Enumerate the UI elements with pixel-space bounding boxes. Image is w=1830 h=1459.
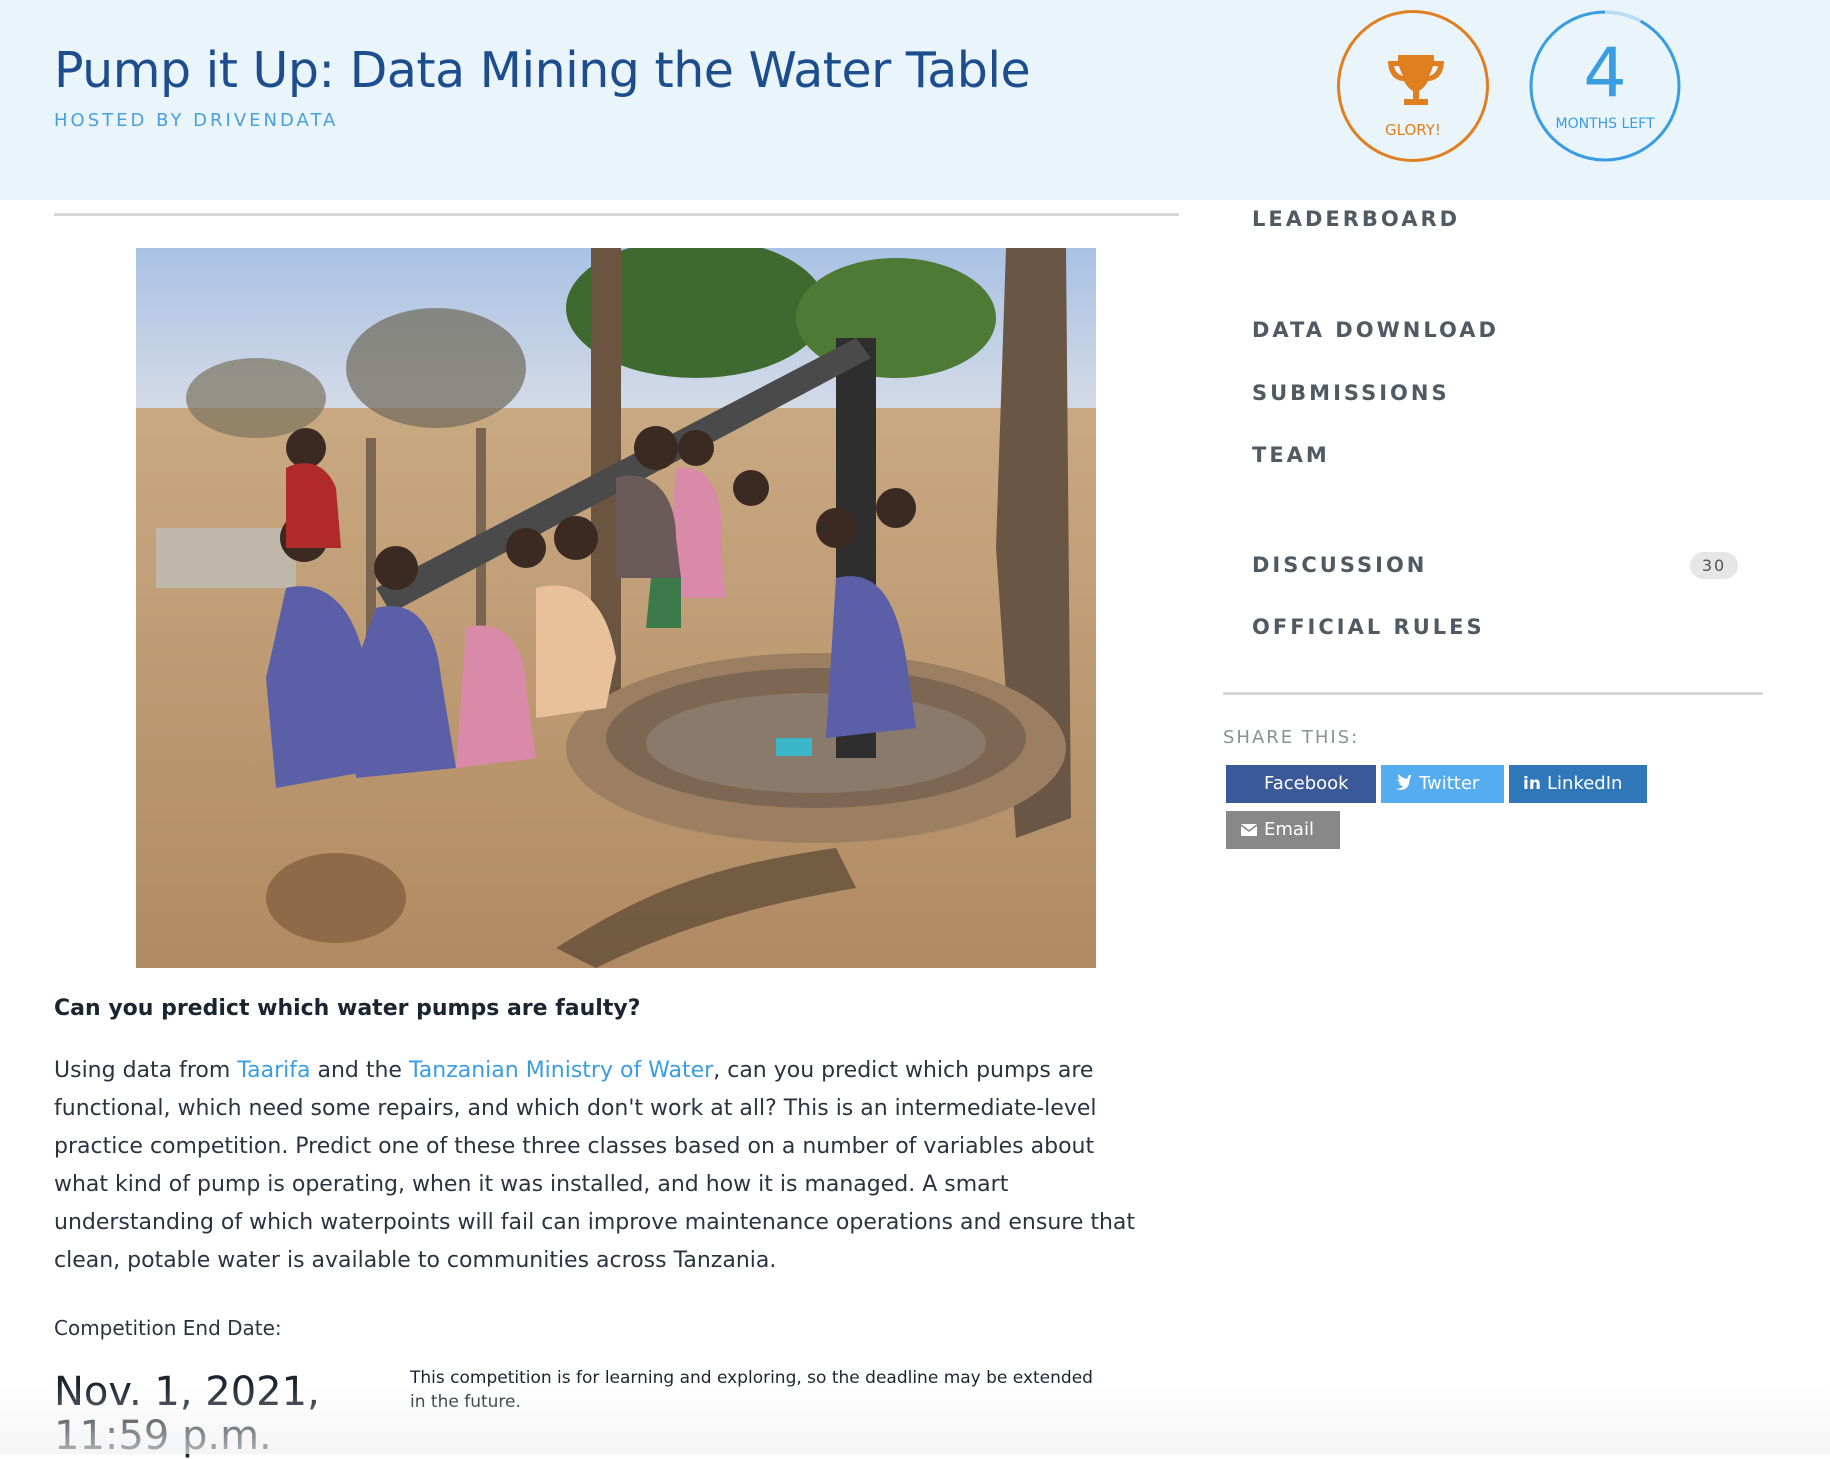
nav-leaderboard[interactable]: LEADERBOARD [1252,207,1460,231]
end-date-label: Competition End Date: [54,1316,282,1340]
email-label: Email [1264,819,1314,840]
linkedin-label: LinkedIn [1547,773,1623,794]
para-suffix: , can you predict which pumps are functi… [54,1058,1136,1273]
ministry-link[interactable]: Tanzanian Ministry of Water [409,1058,713,1083]
trophy-icon [1388,55,1444,105]
facebook-label: Facebook [1264,773,1349,794]
host-label[interactable]: HOSTED BY DRIVENDATA [54,110,338,131]
share-label: SHARE THIS: [1223,727,1360,748]
share-twitter-button[interactable]: Twitter [1381,765,1504,803]
end-date-note: This competition is for learning and exp… [410,1368,1093,1412]
competition-question: Can you predict which water pumps are fa… [54,996,641,1021]
months-label: MONTHS LEFT [1555,116,1655,132]
taarifa-link[interactable]: Taarifa [237,1058,310,1083]
sidebar-divider [1223,692,1763,695]
glory-badge: GLORY! [1337,10,1489,162]
page-header: Pump it Up: Data Mining the Water Table … [0,0,1830,200]
share-facebook-button[interactable]: Facebook [1226,765,1376,803]
nav-data-download[interactable]: DATA DOWNLOAD [1252,318,1499,342]
para-prefix: Using data from [54,1058,238,1083]
twitter-label: Twitter [1419,773,1480,794]
months-left-badge: 4 MONTHS LEFT [1529,10,1681,162]
glory-label: GLORY! [1385,121,1441,139]
share-email-button[interactable]: Email [1226,811,1340,849]
nav-submissions[interactable]: SUBMISSIONS [1252,381,1450,405]
photo-children-water-pump [136,248,1096,968]
share-linkedin-button[interactable]: in LinkedIn [1509,765,1647,803]
competition-description: Using data from Taarifa and the Tanzania… [54,1052,1154,1280]
page-title: Pump it Up: Data Mining the Water Table [54,42,1031,99]
twitter-icon [1394,765,1413,817]
months-number: 4 [1583,34,1627,113]
discussion-count-badge: 30 [1690,552,1738,579]
nav-official-rules[interactable]: OFFICIAL RULES [1252,615,1485,639]
envelope-icon [1240,811,1258,863]
nav-discussion[interactable]: DISCUSSION [1252,553,1427,577]
linkedin-icon: in [1523,774,1541,794]
content-divider [54,213,1179,216]
end-date-value: Nov. 1, 2021, 11:59 p.m. [54,1369,320,1459]
para-mid: and the [310,1058,409,1083]
competition-photo [136,248,1096,968]
nav-team[interactable]: TEAM [1252,443,1330,467]
